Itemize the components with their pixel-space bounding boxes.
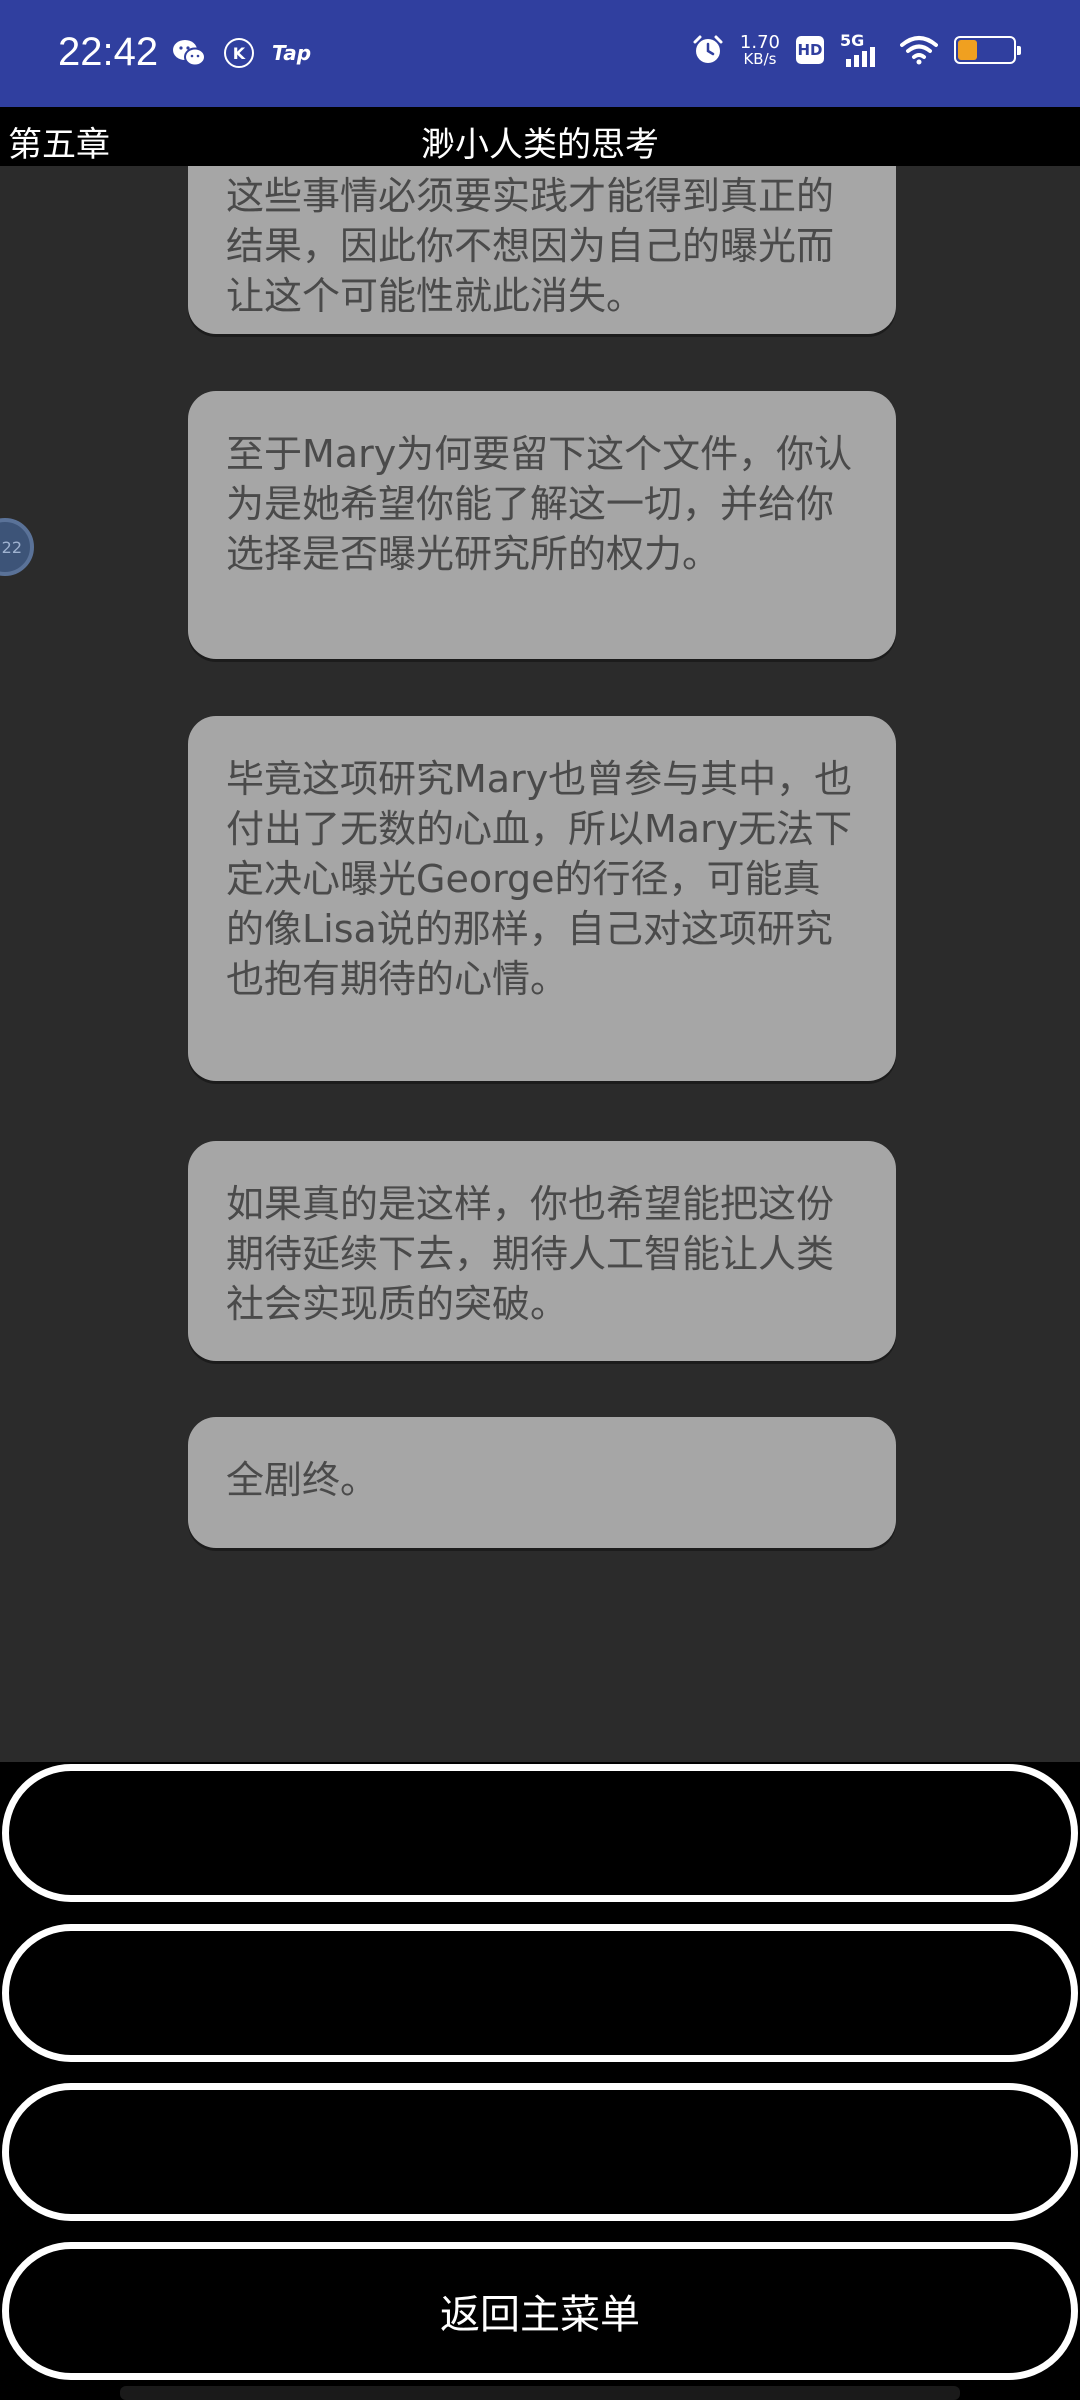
net-speed-value: 1.70 [739,31,780,53]
status-icons-left: K Tap [172,38,311,68]
battery-icon [954,36,1021,64]
net-speed: 1.70 KB/s [739,31,780,68]
story-title: 渺小人类的思考 [421,125,659,165]
choice-panel: 返回主菜单 [0,1762,1080,2400]
k-app-icon: K [224,38,254,68]
net-speed-unit: KB/s [743,49,777,68]
wifi-icon [900,35,938,65]
choice-button-3[interactable] [2,2083,1078,2221]
story-paragraph: 毕竟这项研究Mary也曾参与其中，也付出了无数的心血，所以Mary无法下定决心曝… [188,716,896,1081]
status-time: 22:42 [58,30,159,74]
story-paragraph: 至于Mary为何要留下这个文件，你认为是她希望你能了解这一切，并给你选择是否曝光… [188,391,896,659]
status-icons-right: 1.70 KB/s HD 5G [692,31,1021,68]
wechat-icon [172,38,206,68]
story-paragraph: 全剧终。 [188,1417,896,1548]
screen: 22:42 K Tap 1.70 KB/s HD 5G 渺小人类的思考 第五章 … [0,0,1080,2400]
return-main-menu-button[interactable]: 返回主菜单 [2,2242,1078,2380]
battery-level [958,40,977,60]
choice-button-1[interactable] [2,1764,1078,1902]
story-paragraph: 这些事情必须要实践才能得到真正的结果，因此你不想因为自己的曝光而让这个可能性就此… [188,166,896,334]
navigation-bar [120,2386,960,2400]
status-bar: 22:42 K Tap 1.70 KB/s HD 5G [0,0,1080,107]
floating-assistive-button[interactable]: 22 [0,518,34,576]
choice-button-2[interactable] [2,1924,1078,2062]
hd-icon: HD [796,36,824,64]
story-paragraph: 如果真的是这样，你也希望能把这份期待延续下去，期待人工智能让人类社会实现质的突破… [188,1141,896,1361]
tap-app-icon: Tap [272,41,312,65]
signal-5g-icon: 5G [840,31,884,67]
alarm-icon [692,34,724,66]
chapter-label: 第五章 [8,125,110,165]
story-content[interactable]: 这些事情必须要实践才能得到真正的结果，因此你不想因为自己的曝光而让这个可能性就此… [0,166,1080,1762]
title-bar: 渺小人类的思考 第五章 [0,107,1080,166]
